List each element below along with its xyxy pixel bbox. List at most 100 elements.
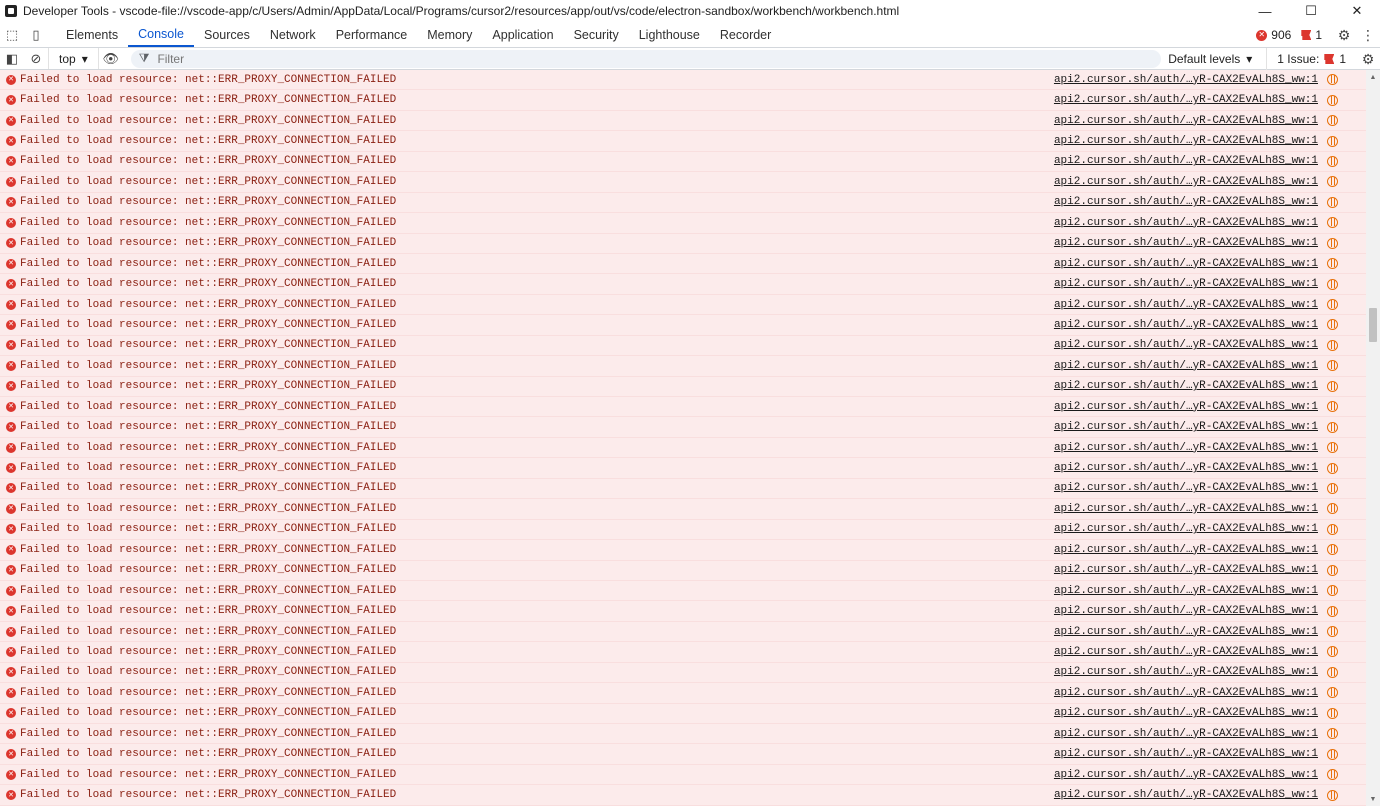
- message-source-link[interactable]: api2.cursor.sh/auth/…yR-CAX2EvALh8S_ww:1: [1054, 564, 1318, 576]
- minimize-button[interactable]: —: [1242, 0, 1288, 22]
- issues-button[interactable]: 1 Issue: 1: [1266, 48, 1356, 70]
- message-source-link[interactable]: api2.cursor.sh/auth/…yR-CAX2EvALh8S_ww:1: [1054, 503, 1318, 515]
- message-source-link[interactable]: api2.cursor.sh/auth/…yR-CAX2EvALh8S_ww:1: [1054, 339, 1318, 351]
- sidebar-toggle-icon[interactable]: ◧: [0, 51, 24, 67]
- network-request-icon[interactable]: [1327, 544, 1338, 556]
- scroll-thumb[interactable]: [1369, 308, 1377, 342]
- network-request-icon[interactable]: [1327, 299, 1338, 311]
- message-source-link[interactable]: api2.cursor.sh/auth/…yR-CAX2EvALh8S_ww:1: [1054, 155, 1318, 167]
- message-source-link[interactable]: api2.cursor.sh/auth/…yR-CAX2EvALh8S_ww:1: [1054, 687, 1318, 699]
- message-source-link[interactable]: api2.cursor.sh/auth/…yR-CAX2EvALh8S_ww:1: [1054, 626, 1318, 638]
- message-source-link[interactable]: api2.cursor.sh/auth/…yR-CAX2EvALh8S_ww:1: [1054, 421, 1318, 433]
- network-request-icon[interactable]: [1327, 605, 1338, 617]
- clear-console-icon[interactable]: ⊘: [24, 51, 48, 67]
- network-request-icon[interactable]: [1327, 74, 1338, 86]
- message-source-link[interactable]: api2.cursor.sh/auth/…yR-CAX2EvALh8S_ww:1: [1054, 748, 1318, 760]
- close-button[interactable]: ✕: [1334, 0, 1380, 22]
- tab-console[interactable]: Console: [128, 22, 194, 47]
- network-request-icon[interactable]: [1327, 789, 1338, 801]
- network-request-icon[interactable]: [1327, 401, 1338, 413]
- filter-input[interactable]: [155, 50, 1056, 67]
- more-options-icon[interactable]: ⋮: [1356, 27, 1380, 44]
- network-request-icon[interactable]: [1327, 135, 1338, 147]
- network-request-icon[interactable]: [1327, 687, 1338, 699]
- network-request-icon[interactable]: [1327, 585, 1338, 597]
- network-request-icon[interactable]: [1327, 748, 1338, 760]
- tab-memory[interactable]: Memory: [417, 22, 482, 47]
- message-source-link[interactable]: api2.cursor.sh/auth/…yR-CAX2EvALh8S_ww:1: [1054, 523, 1318, 535]
- network-request-icon[interactable]: [1327, 237, 1338, 249]
- network-request-icon[interactable]: [1327, 442, 1338, 454]
- message-source-link[interactable]: api2.cursor.sh/auth/…yR-CAX2EvALh8S_ww:1: [1054, 196, 1318, 208]
- network-request-icon[interactable]: [1327, 666, 1338, 678]
- network-request-icon[interactable]: [1327, 421, 1338, 433]
- message-source-link[interactable]: api2.cursor.sh/auth/…yR-CAX2EvALh8S_ww:1: [1054, 544, 1318, 556]
- network-request-icon[interactable]: [1327, 380, 1338, 392]
- message-source-link[interactable]: api2.cursor.sh/auth/…yR-CAX2EvALh8S_ww:1: [1054, 115, 1318, 127]
- message-source-link[interactable]: api2.cursor.sh/auth/…yR-CAX2EvALh8S_ww:1: [1054, 94, 1318, 106]
- network-request-icon[interactable]: [1327, 707, 1338, 719]
- tab-elements[interactable]: Elements: [56, 22, 128, 47]
- message-source-link[interactable]: api2.cursor.sh/auth/…yR-CAX2EvALh8S_ww:1: [1054, 707, 1318, 719]
- network-request-icon[interactable]: [1327, 176, 1338, 188]
- message-source-link[interactable]: api2.cursor.sh/auth/…yR-CAX2EvALh8S_ww:1: [1054, 74, 1318, 86]
- message-source-link[interactable]: api2.cursor.sh/auth/…yR-CAX2EvALh8S_ww:1: [1054, 319, 1318, 331]
- tab-performance[interactable]: Performance: [326, 22, 418, 47]
- network-request-icon[interactable]: [1327, 155, 1338, 167]
- message-source-link[interactable]: api2.cursor.sh/auth/…yR-CAX2EvALh8S_ww:1: [1054, 482, 1318, 494]
- console-scrollbar[interactable]: ▲ ▼: [1366, 70, 1380, 806]
- network-request-icon[interactable]: [1327, 319, 1338, 331]
- message-source-link[interactable]: api2.cursor.sh/auth/…yR-CAX2EvALh8S_ww:1: [1054, 360, 1318, 372]
- network-request-icon[interactable]: [1327, 564, 1338, 576]
- scroll-up-arrow-icon[interactable]: ▲: [1366, 70, 1380, 84]
- message-source-link[interactable]: api2.cursor.sh/auth/…yR-CAX2EvALh8S_ww:1: [1054, 666, 1318, 678]
- tab-network[interactable]: Network: [260, 22, 326, 47]
- tab-recorder[interactable]: Recorder: [710, 22, 781, 47]
- context-selector[interactable]: top ▾: [48, 48, 99, 69]
- log-levels-dropdown[interactable]: Default levels ▾: [1168, 52, 1252, 66]
- network-request-icon[interactable]: [1327, 523, 1338, 535]
- scroll-down-arrow-icon[interactable]: ▼: [1366, 792, 1380, 806]
- settings-gear-icon[interactable]: ⚙: [1332, 27, 1356, 44]
- tab-application[interactable]: Application: [482, 22, 563, 47]
- network-request-icon[interactable]: [1327, 339, 1338, 351]
- network-request-icon[interactable]: [1327, 217, 1338, 229]
- message-source-link[interactable]: api2.cursor.sh/auth/…yR-CAX2EvALh8S_ww:1: [1054, 462, 1318, 474]
- network-request-icon[interactable]: [1327, 503, 1338, 515]
- live-expression-eye-icon[interactable]: 👁: [99, 51, 123, 67]
- message-source-link[interactable]: api2.cursor.sh/auth/…yR-CAX2EvALh8S_ww:1: [1054, 278, 1318, 290]
- network-request-icon[interactable]: [1327, 360, 1338, 372]
- network-request-icon[interactable]: [1327, 196, 1338, 208]
- message-source-link[interactable]: api2.cursor.sh/auth/…yR-CAX2EvALh8S_ww:1: [1054, 299, 1318, 311]
- message-source-link[interactable]: api2.cursor.sh/auth/…yR-CAX2EvALh8S_ww:1: [1054, 646, 1318, 658]
- network-request-icon[interactable]: [1327, 646, 1338, 658]
- issue-count-badge[interactable]: 1: [1301, 28, 1322, 42]
- error-count-badge[interactable]: ✕ 906: [1256, 28, 1291, 42]
- console-settings-gear-icon[interactable]: ⚙: [1356, 51, 1380, 68]
- message-source-link[interactable]: api2.cursor.sh/auth/…yR-CAX2EvALh8S_ww:1: [1054, 217, 1318, 229]
- message-source-link[interactable]: api2.cursor.sh/auth/…yR-CAX2EvALh8S_ww:1: [1054, 585, 1318, 597]
- maximize-button[interactable]: ☐: [1288, 0, 1334, 22]
- message-source-link[interactable]: api2.cursor.sh/auth/…yR-CAX2EvALh8S_ww:1: [1054, 258, 1318, 270]
- network-request-icon[interactable]: [1327, 462, 1338, 474]
- network-request-icon[interactable]: [1327, 278, 1338, 290]
- device-toolbar-icon[interactable]: ▯: [24, 22, 48, 47]
- tab-security[interactable]: Security: [564, 22, 629, 47]
- message-source-link[interactable]: api2.cursor.sh/auth/…yR-CAX2EvALh8S_ww:1: [1054, 176, 1318, 188]
- message-source-link[interactable]: api2.cursor.sh/auth/…yR-CAX2EvALh8S_ww:1: [1054, 728, 1318, 740]
- tab-lighthouse[interactable]: Lighthouse: [629, 22, 710, 47]
- message-source-link[interactable]: api2.cursor.sh/auth/…yR-CAX2EvALh8S_ww:1: [1054, 401, 1318, 413]
- message-source-link[interactable]: api2.cursor.sh/auth/…yR-CAX2EvALh8S_ww:1: [1054, 135, 1318, 147]
- network-request-icon[interactable]: [1327, 626, 1338, 638]
- inspect-element-icon[interactable]: ⬚: [0, 22, 24, 47]
- message-source-link[interactable]: api2.cursor.sh/auth/…yR-CAX2EvALh8S_ww:1: [1054, 789, 1318, 801]
- network-request-icon[interactable]: [1327, 728, 1338, 740]
- message-source-link[interactable]: api2.cursor.sh/auth/…yR-CAX2EvALh8S_ww:1: [1054, 237, 1318, 249]
- tab-sources[interactable]: Sources: [194, 22, 260, 47]
- message-source-link[interactable]: api2.cursor.sh/auth/…yR-CAX2EvALh8S_ww:1: [1054, 380, 1318, 392]
- network-request-icon[interactable]: [1327, 258, 1338, 270]
- network-request-icon[interactable]: [1327, 482, 1338, 494]
- message-source-link[interactable]: api2.cursor.sh/auth/…yR-CAX2EvALh8S_ww:1: [1054, 442, 1318, 454]
- message-source-link[interactable]: api2.cursor.sh/auth/…yR-CAX2EvALh8S_ww:1: [1054, 605, 1318, 617]
- network-request-icon[interactable]: [1327, 94, 1338, 106]
